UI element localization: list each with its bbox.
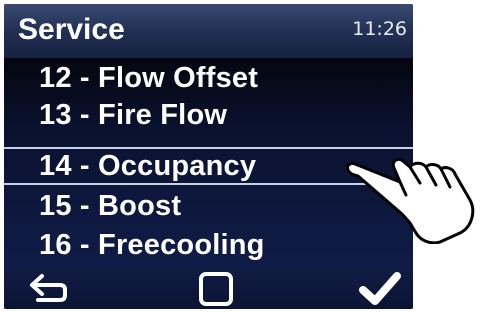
pointing-hand-icon [346, 157, 475, 244]
home-button[interactable] [193, 270, 243, 308]
menu-item-label: 15 - Boost [39, 190, 182, 222]
checkmark-icon [359, 272, 401, 305]
menu-item-label: 16 - Freecooling [39, 229, 265, 261]
menu-item-label: 13 - Fire Flow [39, 99, 228, 131]
confirm-button[interactable] [356, 270, 406, 308]
clock-time: 11:26 [352, 18, 407, 40]
back-arrow-icon [30, 274, 67, 302]
back-button[interactable] [22, 270, 72, 308]
menu-item-fire-flow[interactable]: 13 - Fire Flow [4, 96, 413, 134]
square-icon [199, 272, 233, 306]
page-title: Service [18, 13, 125, 46]
footer-bar [4, 268, 413, 309]
stage: Service 11:26 12 - Flow Offset 13 - Fire… [0, 0, 487, 313]
menu-item-label: 14 - Occupancy [39, 150, 257, 182]
menu-item-flow-offset[interactable]: 12 - Flow Offset [4, 59, 413, 97]
menu-item-label: 12 - Flow Offset [39, 62, 259, 94]
header-bar: Service 11:26 [4, 4, 413, 58]
